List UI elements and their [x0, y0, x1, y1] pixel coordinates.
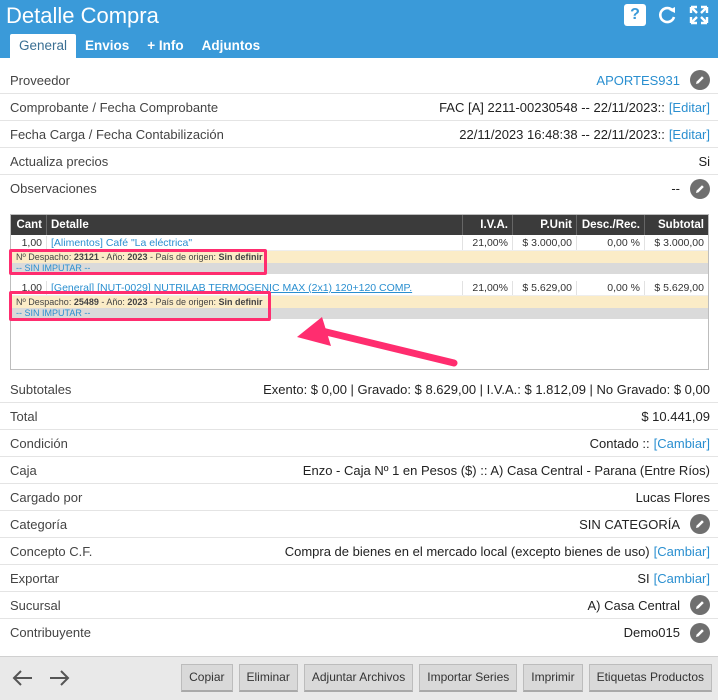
tab-bar: General Envios + Info Adjuntos: [10, 34, 269, 58]
row-comprobante: Comprobante / Fecha Comprobante FAC [A] …: [0, 94, 718, 121]
cambiar-condicion-link[interactable]: [Cambiar]: [654, 436, 710, 451]
actualiza-label: Actualiza precios: [10, 153, 109, 169]
copiar-button[interactable]: Copiar: [181, 664, 233, 692]
arrow-right-icon[interactable]: [46, 666, 72, 690]
total-value: $ 10.441,09: [641, 408, 710, 424]
observaciones-value: --: [671, 181, 680, 196]
header-bar: Detalle Compra ? General Envios + Info A…: [0, 0, 718, 58]
contribuyente-label: Contribuyente: [10, 625, 91, 640]
importar-series-button[interactable]: Importar Series: [419, 664, 518, 692]
header-icons: ?: [624, 4, 710, 26]
subtotales-value: Exento: $ 0,00 | Gravado: $ 8.629,00 | I…: [263, 381, 710, 397]
cambiar-exportar-link[interactable]: [Cambiar]: [654, 571, 710, 586]
row-subtotales: Subtotales Exento: $ 0,00 | Gravado: $ 8…: [0, 376, 718, 403]
cargado-por-label: Cargado por: [10, 489, 83, 505]
highlight-box: [9, 249, 267, 275]
condicion-value: Contado ::: [589, 435, 650, 451]
row-exportar: Exportar SI [Cambiar]: [0, 565, 718, 592]
item-desc: 0,00 %: [577, 236, 645, 250]
categoria-label: Categoría: [10, 516, 68, 532]
fecha-carga-value: 22/11/2023 16:48:38 -- 22/11/2023::: [459, 126, 665, 142]
item-iva: 21,00%: [463, 236, 513, 250]
tab-mas-info[interactable]: + Info: [138, 34, 192, 58]
item-punit: $ 5.629,00: [513, 281, 577, 295]
row-categoria: Categoría SIN CATEGORÍA: [0, 511, 718, 538]
item-subtotal: $ 3.000,00: [654, 237, 704, 249]
sucursal-value: A) Casa Central: [587, 597, 680, 613]
adjuntar-archivos-button[interactable]: Adjuntar Archivos: [303, 664, 414, 692]
edit-contribuyente-icon[interactable]: [690, 622, 710, 643]
row-observaciones: Observaciones --: [0, 175, 718, 202]
fecha-carga-label: Fecha Carga / Fecha Contabilización: [10, 126, 224, 142]
categoria-value: SIN CATEGORÍA: [579, 516, 680, 532]
item-subtotal: $ 5.629,00: [654, 282, 704, 294]
item-punit: $ 3.000,00: [513, 236, 577, 250]
condicion-label: Condición: [10, 435, 68, 451]
general-fields: Proveedor APORTES931 Comprobante / Fecha…: [0, 67, 718, 202]
table-header: Cant Detalle I.V.A. P.Unit Desc./Rec. Su…: [11, 215, 708, 235]
item-iva: 21,00%: [463, 281, 513, 295]
highlight-box: [9, 291, 271, 321]
tab-adjuntos[interactable]: Adjuntos: [193, 34, 270, 58]
row-actualiza: Actualiza precios Si: [0, 148, 718, 175]
col-detalle: Detalle: [47, 215, 463, 235]
proveedor-label: Proveedor: [10, 72, 70, 88]
row-caja: Caja Enzo - Caja Nº 1 en Pesos ($) :: A)…: [0, 457, 718, 484]
editar-comprobante-link[interactable]: [Editar]: [669, 100, 710, 115]
page-title: Detalle Compra: [6, 3, 159, 28]
edit-categoria-icon[interactable]: [690, 514, 710, 534]
etiquetas-productos-button[interactable]: Etiquetas Productos: [588, 664, 712, 692]
tab-general[interactable]: General: [10, 34, 77, 58]
footer-bar: Copiar Eliminar Adjuntar Archivos Import…: [0, 656, 718, 700]
contribuyente-value: Demo015: [623, 625, 680, 640]
arrow-left-icon[interactable]: [10, 666, 36, 690]
exportar-value: SI: [637, 570, 650, 586]
comprobante-label: Comprobante / Fecha Comprobante: [10, 99, 219, 115]
concepto-value: Compra de bienes en el mercado local (ex…: [284, 543, 650, 559]
total-label: Total: [10, 408, 38, 424]
exportar-label: Exportar: [10, 570, 60, 586]
row-contribuyente: Contribuyente Demo015: [0, 619, 718, 646]
edit-observaciones-icon[interactable]: [690, 178, 710, 199]
cambiar-concepto-link[interactable]: [Cambiar]: [654, 544, 710, 559]
cargado-por-value: Lucas Flores: [635, 489, 710, 505]
item-detalle-link[interactable]: [Alimentos] Café "La eléctrica": [51, 237, 192, 249]
concepto-label: Concepto C.F.: [10, 543, 93, 559]
help-icon-symbol: ?: [624, 4, 646, 26]
caja-value: Enzo - Caja Nº 1 en Pesos ($) :: A) Casa…: [302, 462, 710, 478]
edit-proveedor-icon[interactable]: [690, 70, 710, 90]
col-cant: Cant: [11, 215, 47, 235]
col-desc: Desc./Rec.: [577, 215, 645, 235]
col-iva: I.V.A.: [463, 215, 513, 235]
row-total: Total $ 10.441,09: [0, 403, 718, 430]
help-icon[interactable]: ?: [624, 4, 646, 26]
tab-envios[interactable]: Envios: [76, 34, 138, 58]
expand-icon[interactable]: [688, 4, 710, 26]
col-subtotal: Subtotal: [658, 219, 704, 231]
editar-fecha-link[interactable]: [Editar]: [669, 127, 710, 142]
row-fecha-carga: Fecha Carga / Fecha Contabilización 22/1…: [0, 121, 718, 148]
row-sucursal: Sucursal A) Casa Central: [0, 592, 718, 619]
edit-sucursal-icon[interactable]: [690, 595, 710, 615]
sucursal-label: Sucursal: [10, 597, 61, 613]
imprimir-button[interactable]: Imprimir: [523, 664, 583, 692]
row-cargado-por: Cargado por Lucas Flores: [0, 484, 718, 511]
refresh-icon[interactable]: [656, 4, 678, 26]
item-cant: 1,00: [11, 236, 47, 250]
row-proveedor: Proveedor APORTES931: [0, 67, 718, 94]
summary-fields: Subtotales Exento: $ 0,00 | Gravado: $ 8…: [0, 376, 718, 646]
col-punit: P.Unit: [513, 215, 577, 235]
caja-label: Caja: [10, 462, 37, 478]
footer-buttons: Copiar Eliminar Adjuntar Archivos Import…: [181, 664, 712, 692]
row-concepto: Concepto C.F. Compra de bienes en el mer…: [0, 538, 718, 565]
observaciones-label: Observaciones: [10, 181, 97, 196]
item-desc: 0,00 %: [577, 281, 645, 295]
eliminar-button[interactable]: Eliminar: [238, 664, 298, 692]
subtotales-label: Subtotales: [10, 381, 72, 397]
actualiza-value: Si: [698, 153, 710, 169]
row-condicion: Condición Contado :: [Cambiar]: [0, 430, 718, 457]
proveedor-link[interactable]: APORTES931: [596, 73, 680, 88]
comprobante-value: FAC [A] 2211-00230548 -- 22/11/2023::: [439, 99, 665, 115]
